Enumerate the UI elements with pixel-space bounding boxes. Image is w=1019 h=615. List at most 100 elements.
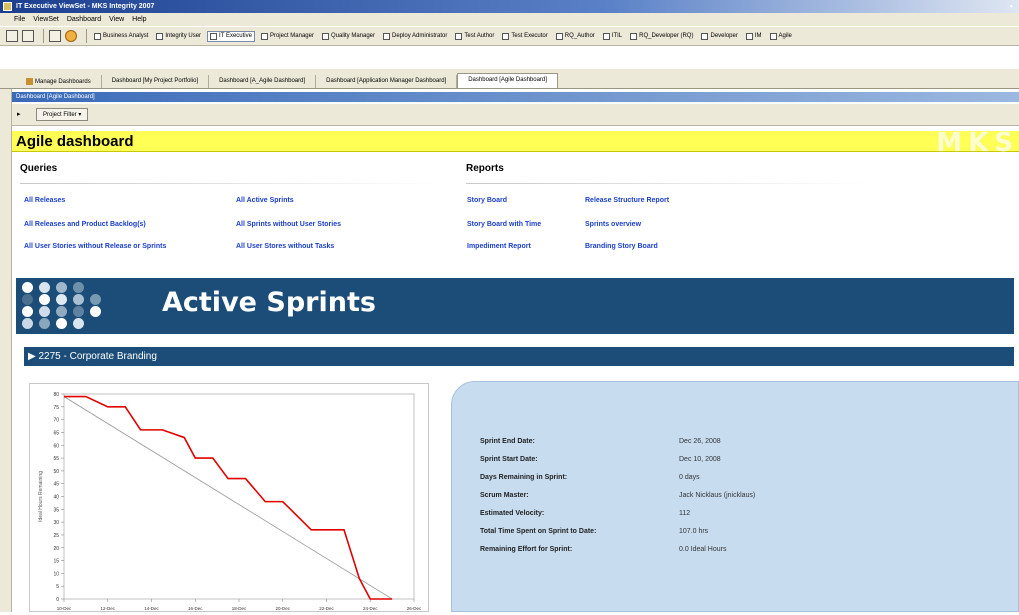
x-tick-label: 24-Dec: [363, 606, 378, 611]
viewset-button-label: Deploy Administrator: [392, 33, 448, 39]
report-link[interactable]: Release Structure Report: [585, 197, 669, 204]
banner-dot: [39, 294, 50, 305]
dashboard-tab[interactable]: Dashboard [My Project Portfolio]: [102, 75, 210, 88]
viewset-button[interactable]: Quality Manager: [320, 32, 377, 41]
viewset-button[interactable]: IM: [744, 32, 764, 41]
menu-dashboard[interactable]: Dashboard: [67, 13, 101, 26]
expand-triangle-icon[interactable]: ▶: [28, 351, 38, 362]
tab-label: Manage Dashboards: [35, 79, 91, 86]
viewset-icon: [210, 32, 218, 40]
sprint-info-value: Jack Nicklaus (jnicklaus): [679, 492, 756, 499]
viewset-icon: [455, 32, 463, 40]
report-link[interactable]: Story Board: [467, 197, 507, 204]
banner-dot: [73, 306, 84, 317]
banner-dot: [39, 282, 50, 293]
viewset-button-label: Developer: [710, 33, 738, 39]
viewset-button[interactable]: Developer: [699, 32, 739, 41]
viewset-button[interactable]: ITIL: [601, 32, 624, 41]
menu-viewset[interactable]: ViewSet: [33, 13, 59, 26]
query-link[interactable]: All Releases: [24, 197, 65, 204]
viewset-button[interactable]: RQ_Developer (RQ): [628, 32, 695, 41]
report-link[interactable]: Branding Story Board: [585, 243, 658, 250]
left-gutter: [0, 89, 12, 612]
menu-help[interactable]: Help: [132, 13, 146, 26]
viewset-buttons: Business Analyst Integrity User IT Executi…: [92, 30, 798, 42]
report-link[interactable]: Story Board with Time: [467, 221, 541, 228]
y-tick-label: 80: [53, 392, 59, 398]
query-link[interactable]: All Sprints without User Stories: [236, 221, 341, 228]
banner-dot: [22, 306, 33, 317]
sprint-info-value: 107.0 hrs: [679, 528, 709, 535]
sprint-info-label: Estimated Velocity:: [480, 510, 545, 517]
sprint-info-label: Scrum Master:: [480, 492, 529, 499]
query-link[interactable]: All Active Sprints: [236, 197, 294, 204]
banner-dot: [56, 294, 67, 305]
dashboard-tab[interactable]: Dashboard [A_Agile Dashboard]: [209, 75, 317, 88]
viewset-button-label: Agile: [778, 33, 792, 39]
query-link[interactable]: All Releases and Product Backlog(s): [24, 221, 146, 228]
toolbar-divider: [43, 29, 44, 43]
y-tick-label: 65: [53, 430, 59, 436]
viewset-button[interactable]: Test Executor: [500, 32, 549, 41]
banner-title: Active Sprints: [162, 287, 376, 318]
sprint-info-value: 0 days: [679, 474, 700, 481]
viewset-button-label: Test Author: [464, 33, 495, 39]
project-filter-button[interactable]: Project Filter ▾: [36, 108, 89, 121]
query-link[interactable]: All User Stories without Release or Spri…: [24, 243, 166, 250]
reports-divider: [466, 183, 866, 184]
report-link[interactable]: Sprints overview: [585, 221, 641, 228]
menu-file[interactable]: File: [14, 13, 25, 26]
y-axis-label: Ideal Hours Remaining: [38, 471, 44, 522]
close-icon[interactable]: ▪: [1010, 0, 1013, 13]
banner-dot: [39, 318, 50, 329]
viewset-button[interactable]: RQ_Author: [554, 32, 597, 41]
menu-bar: File ViewSet Dashboard View Help: [0, 13, 1019, 26]
grid-icon[interactable]: [6, 30, 18, 42]
banner-dot: [22, 294, 33, 305]
sprint-info-label: Remaining Effort for Sprint:: [480, 546, 573, 553]
viewset-icon: [602, 32, 610, 40]
banner-dot: [22, 282, 33, 293]
viewset-button[interactable]: Deploy Administrator: [381, 32, 449, 41]
menu-view[interactable]: View: [109, 13, 124, 26]
viewset-button[interactable]: Integrity User: [154, 32, 203, 41]
table-icon[interactable]: [22, 30, 34, 42]
manage-dashboards-icon: [26, 78, 33, 85]
viewset-button-label: IM: [754, 33, 762, 39]
viewset-button-label: RQ_Author: [564, 33, 595, 39]
y-tick-label: 5: [56, 584, 59, 590]
active-sprints-banner: Active Sprints: [16, 278, 1014, 334]
viewset-icon: [555, 32, 563, 40]
viewset-icon: [383, 32, 391, 40]
y-tick-label: 10: [53, 571, 59, 577]
dashboard-tab[interactable]: Manage Dashboards: [16, 75, 102, 88]
viewset-icon: [321, 32, 329, 40]
y-tick-label: 35: [53, 507, 59, 513]
expand-arrow-icon[interactable]: ▸: [17, 110, 21, 118]
tree-icon[interactable]: [49, 30, 61, 42]
report-link[interactable]: Impediment Report: [467, 243, 531, 250]
dashboard-title-bar: Agile dashboard MKS: [12, 128, 1019, 158]
viewset-button[interactable]: Business Analyst: [92, 32, 150, 41]
viewset-button-label: ITIL: [611, 33, 623, 39]
queries-divider: [20, 183, 440, 184]
viewset-button[interactable]: IT Executive: [207, 30, 255, 42]
viewset-icon: [630, 32, 638, 40]
banner-dot: [56, 318, 67, 329]
viewset-button-label: Test Executor: [511, 33, 548, 39]
toolbar-divider: [86, 29, 87, 43]
dashboard-tab[interactable]: Dashboard [Agile Dashboard]: [457, 73, 558, 88]
sprint-header[interactable]: ▶ 2275 - Corporate Branding: [24, 347, 1014, 366]
burndown-chart: 0 5 10 15 20 25 30 35 40 45 50 55 60 65 70 75 80 10-Dec 12…: [29, 383, 429, 612]
viewset-icon: [701, 32, 709, 40]
viewset-button[interactable]: Project Manager: [259, 32, 316, 41]
dashboard-tab[interactable]: Dashboard [Application Manager Dashboard…: [316, 75, 458, 88]
cylinder-icon[interactable]: [65, 30, 77, 42]
y-tick-label: 30: [53, 520, 59, 526]
viewset-button[interactable]: Agile: [768, 32, 794, 41]
sprint-info-panel: Sprint End Date: Dec 26, 2008 Sprint Start…: [451, 381, 1019, 612]
y-tick-label: 25: [53, 533, 59, 539]
viewset-button[interactable]: Test Author: [453, 32, 496, 41]
query-link[interactable]: All User Stores without Tasks: [236, 243, 334, 250]
banner-dot: [73, 294, 84, 305]
